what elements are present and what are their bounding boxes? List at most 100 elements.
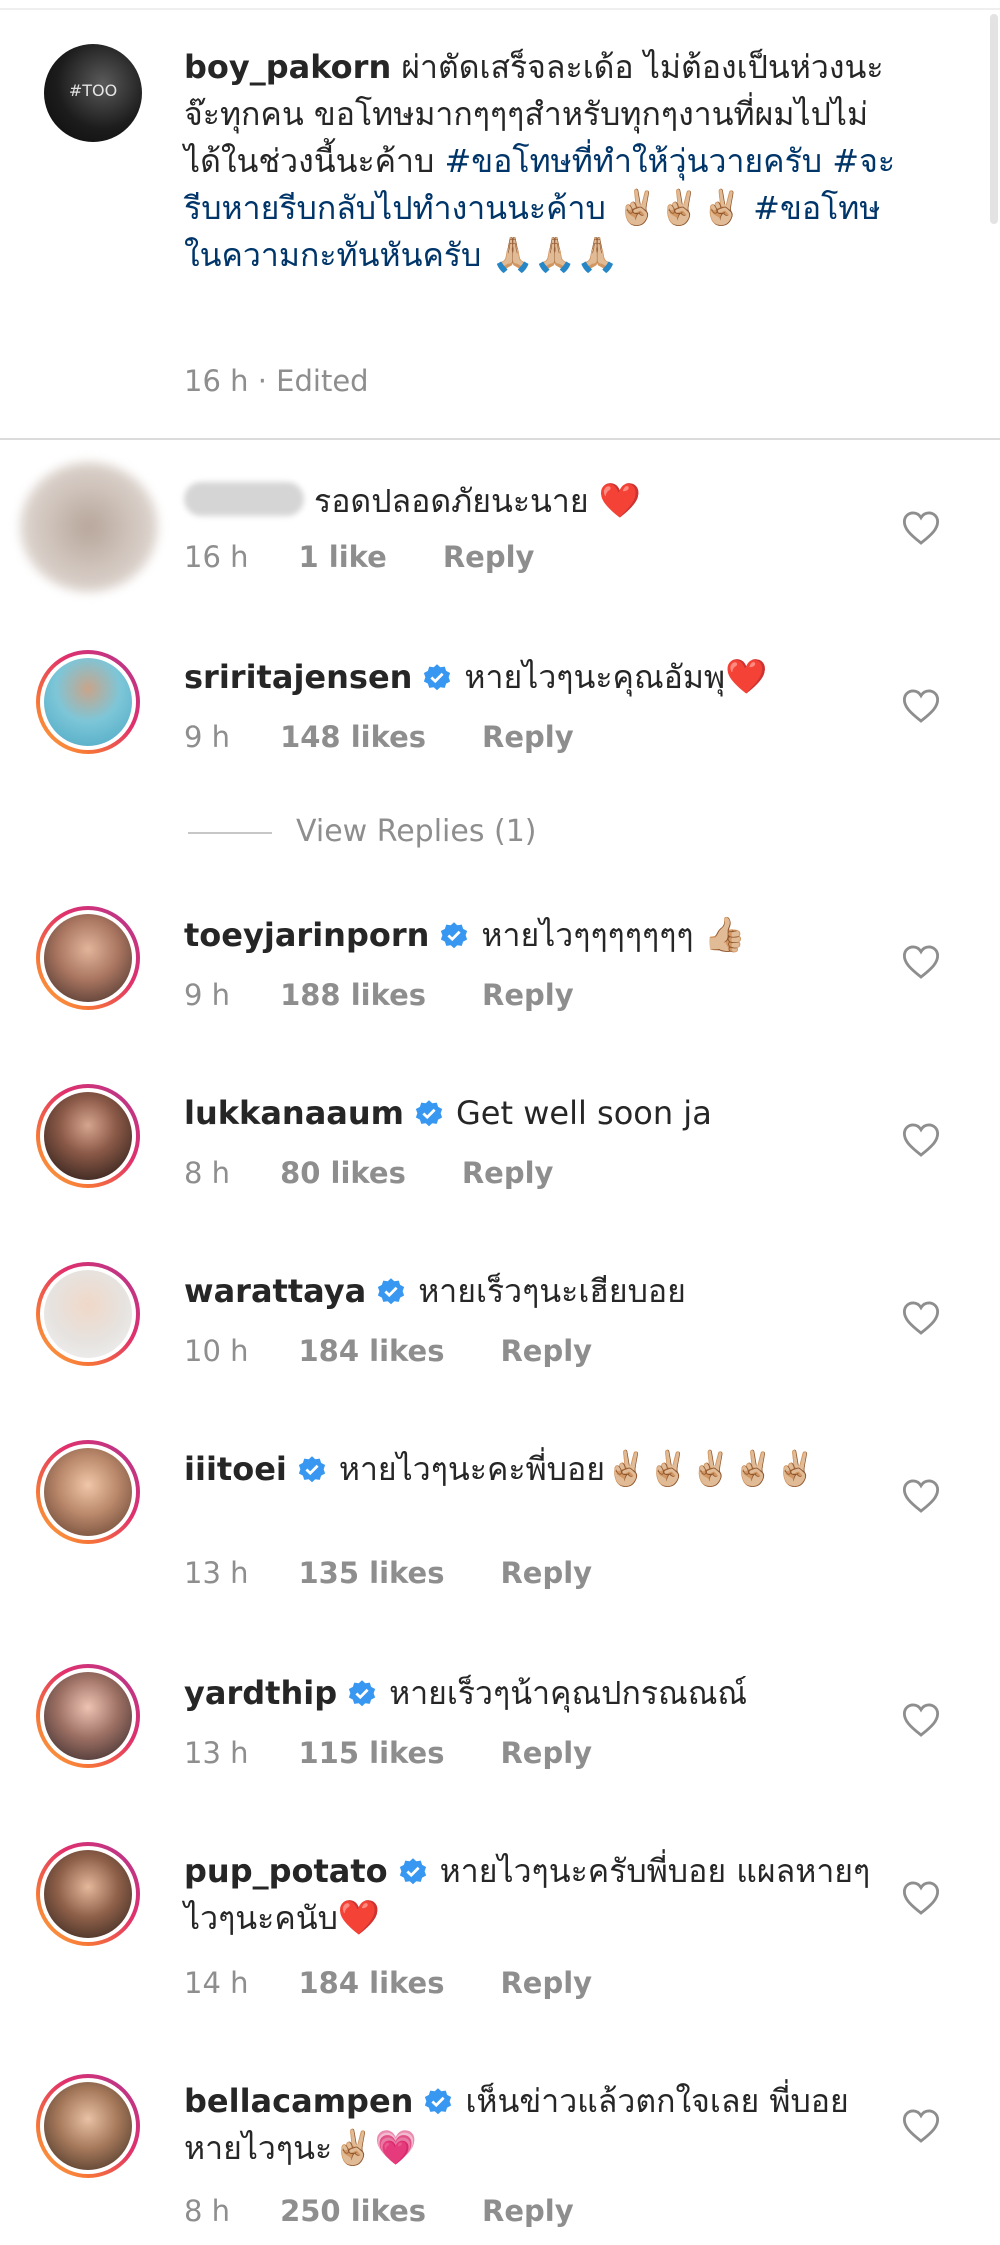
reply-button[interactable]: Reply [500,1736,592,1770]
comment-timestamp: 10 h [184,1334,249,1368]
comment-avatar[interactable] [36,1664,140,1768]
comment-username[interactable]: yardthip [184,1674,337,1712]
like-heart-icon[interactable] [902,688,940,724]
comment-text: lukkanaaum Get well soon ja [184,1094,712,1132]
reply-button[interactable]: Reply [462,1156,554,1190]
comment-username[interactable]: iiitoei [184,1450,287,1488]
comment-like-count[interactable]: 148 likes [280,720,426,754]
comment-like-count[interactable]: 184 likes [299,1334,445,1368]
like-heart-icon[interactable] [902,1122,940,1158]
comment-text: toeyjarinporn หายไวๆๆๆๆๆๆๆ 👍🏼 [184,915,747,955]
comment-username[interactable]: lukkanaaum [184,1094,404,1132]
comment-like-count[interactable]: 188 likes [280,978,426,1012]
comment-avatar[interactable] [36,1262,140,1366]
comment-username[interactable]: pup_potato [184,1852,388,1890]
verified-badge-icon [425,2088,452,2115]
comment-username[interactable]: warattaya [184,1272,366,1310]
verified-badge-icon [378,1278,405,1305]
reply-button[interactable]: Reply [500,1966,592,2000]
comment-timestamp: 14 h [184,1966,249,2000]
comment-like-count[interactable]: 250 likes [280,2194,426,2228]
comment-avatar[interactable] [36,906,140,1010]
pray-emoji: 🙏🏼🙏🏼🙏🏼 [491,235,619,275]
comment-avatar[interactable] [36,650,140,754]
comment-like-count[interactable]: 135 likes [299,1556,445,1590]
reply-button[interactable]: Reply [500,1556,592,1590]
post-author-avatar[interactable]: #TOO [44,44,142,142]
comment-text: iiitoei หายไวๆนะคะพี่บอย✌🏼✌🏼✌🏼✌🏼✌🏼 [184,1449,817,1489]
heart-emoji: ❤️ [598,481,642,521]
comment-like-count[interactable]: 184 likes [299,1966,445,2000]
comment-meta: 8 h 80 likes Reply [184,1156,553,1190]
comment-meta: 14 h 184 likes Reply [184,1966,592,2000]
reply-button[interactable]: Reply [482,2194,574,2228]
verified-badge-icon [441,922,468,949]
comment-timestamp: 13 h [184,1556,249,1590]
like-heart-icon[interactable] [902,944,940,980]
comment-meta: 9 h 148 likes Reply [184,720,574,754]
post-author-username[interactable]: boy_pakorn [184,48,391,86]
like-heart-icon[interactable] [902,1702,940,1738]
post-timestamp: 16 h [184,364,249,398]
comment-avatar[interactable] [36,1842,140,1946]
comment-avatar[interactable] [20,462,158,592]
comment-meta: 13 h 135 likes Reply [184,1556,592,1590]
comment-text: รอดปลอดภัยนะนาย ❤️ [184,478,884,525]
comment-timestamp: 16 h [184,540,249,574]
like-heart-icon[interactable] [902,1478,940,1514]
comment-username[interactable] [184,482,304,516]
comment-timestamp: 8 h [184,2194,231,2228]
view-replies-line [188,832,272,834]
comment-avatar[interactable] [36,1084,140,1188]
verified-badge-icon [415,1100,443,1127]
reply-button[interactable]: Reply [500,1334,592,1368]
comment-avatar[interactable] [36,2074,140,2178]
comment-timestamp: 13 h [184,1736,249,1770]
comment-like-count[interactable]: 1 like [299,540,387,574]
comment-username[interactable]: sriritajensen [184,658,412,696]
edited-label: Edited [276,364,369,398]
view-replies-button[interactable]: View Replies (1) [296,814,537,849]
like-heart-icon[interactable] [902,1880,940,1916]
thumbs-up-emoji: 👍🏼 [703,915,747,955]
heart-emoji: ❤️ [725,657,768,697]
comment-timestamp: 8 h [184,1156,231,1190]
post-caption: boy_pakorn ผ่าตัดเสร็จละเด้อ ไม่ต้องเป็นห… [184,44,904,279]
reply-button[interactable]: Reply [482,720,574,754]
comment-like-count[interactable]: 80 likes [280,1156,406,1190]
verified-badge-icon [399,1858,426,1885]
comment-text: bellacampen เห็นข่าวแล้วตกใจเลย พี่บอยหาย… [184,2082,849,2168]
top-divider [0,8,1000,10]
comment-timestamp: 9 h [184,978,231,1012]
comment-meta: 10 h 184 likes Reply [184,1334,592,1368]
comment-like-count[interactable]: 115 likes [299,1736,445,1770]
verified-badge-icon [298,1456,325,1483]
reply-button[interactable]: Reply [482,978,574,1012]
hashtag-link[interactable]: #ขอโทษที่ทำให้วุ่นวายครับ [444,142,822,180]
comment-avatar[interactable] [36,1440,140,1544]
verified-badge-icon [348,1680,376,1707]
post-meta: 16 h · Edited [184,364,369,398]
scrollbar[interactable] [990,14,998,224]
like-heart-icon[interactable] [902,1300,940,1336]
comment-username[interactable]: toeyjarinporn [184,916,429,954]
victory-heart-emoji: ✌🏼💗 [332,2128,417,2168]
caption-divider [0,438,1000,440]
comment-text: sriritajensen หายไวๆนะคุณอัมพุ❤️ [184,657,768,697]
victory-emoji: ✌🏼✌🏼✌🏼✌🏼✌🏼 [604,1449,817,1489]
comment-username[interactable]: bellacampen [184,2082,413,2120]
comment-timestamp: 9 h [184,720,231,754]
reply-button[interactable]: Reply [443,540,535,574]
like-heart-icon[interactable] [902,2108,940,2144]
like-heart-icon[interactable] [902,510,940,546]
comment-text: warattaya หายเร็วๆนะเฮียบอย [184,1272,686,1310]
verified-badge-icon [424,664,451,691]
comment-meta: 8 h 250 likes Reply [184,2194,574,2228]
comment-meta: 13 h 115 likes Reply [184,1736,592,1770]
comment-text: pup_potato หายไวๆนะครับพี่บอย แผลหายๆไวๆน… [184,1852,871,1938]
comment-meta: 16 h 1 like Reply [184,540,534,574]
heart-emoji: ❤️ [337,1898,381,1938]
victory-emoji: ✌🏼✌🏼✌🏼 [615,188,743,228]
comment-text: yardthip หายเร็วๆน้าคุณปกรณณณ์ [184,1674,748,1712]
comment-meta: 9 h 188 likes Reply [184,978,574,1012]
